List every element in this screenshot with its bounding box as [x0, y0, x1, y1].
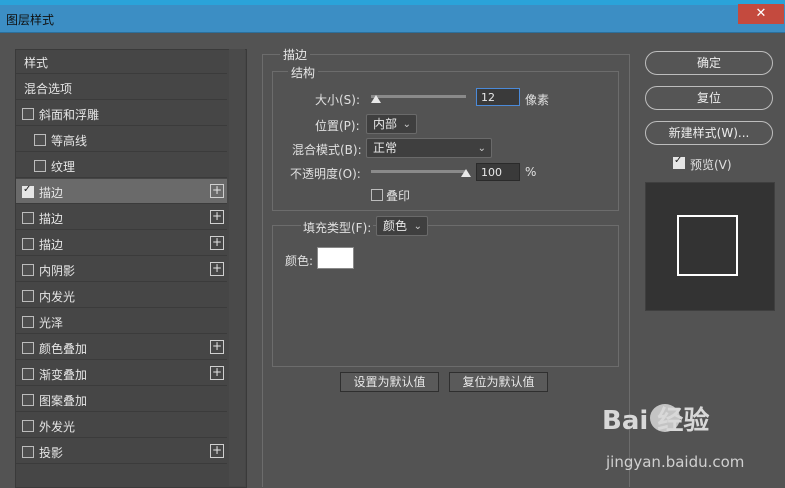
style-checkbox[interactable] — [22, 394, 34, 406]
add-effect-icon[interactable]: + — [210, 340, 224, 354]
size-slider-thumb[interactable] — [370, 95, 381, 103]
preview-label: 预览(V) — [690, 158, 732, 172]
style-label: 光泽 — [39, 316, 64, 330]
style-checkbox[interactable] — [22, 264, 34, 276]
new-style-button[interactable]: 新建样式(W)... — [645, 121, 773, 145]
opacity-label: 不透明度(O): — [290, 167, 361, 181]
styles-list-item[interactable]: 等高线 — [16, 127, 227, 152]
overprint-checkbox[interactable] — [371, 189, 383, 201]
chevron-down-icon: ⌄ — [477, 143, 486, 154]
styles-list-item[interactable]: 颜色叠加 + — [16, 335, 227, 360]
size-input[interactable]: 12 — [476, 88, 520, 106]
chevron-down-icon: ⌄ — [413, 221, 422, 232]
styles-list-item[interactable]: 斜面和浮雕 — [16, 101, 227, 126]
add-effect-icon[interactable]: + — [210, 210, 224, 224]
preview-checkbox[interactable] — [673, 155, 685, 169]
reset-default-button[interactable]: 复位为默认值 — [449, 372, 548, 392]
style-checkbox[interactable] — [22, 290, 34, 302]
styles-list-item[interactable]: 描边 + — [16, 205, 227, 230]
style-label: 纹理 — [51, 160, 76, 174]
size-label: 大小(S): — [315, 93, 361, 107]
reset-button[interactable]: 复位 — [645, 86, 773, 110]
overprint-label: 叠印 — [386, 189, 411, 203]
styles-list-item[interactable]: 光泽 — [16, 309, 227, 334]
styles-list-item[interactable]: 内发光 — [16, 283, 227, 308]
style-label: 渐变叠加 — [39, 368, 88, 382]
style-label: 描边 — [39, 212, 64, 226]
add-effect-icon[interactable]: + — [210, 262, 224, 276]
styles-list-scrollbar[interactable] — [229, 49, 245, 486]
style-label: 等高线 — [51, 134, 88, 148]
style-checkbox[interactable] — [22, 238, 34, 250]
style-checkbox[interactable] — [22, 420, 34, 432]
styles-list-item[interactable]: 图案叠加 — [16, 387, 227, 412]
add-effect-icon[interactable]: + — [210, 444, 224, 458]
size-unit: 像素 — [525, 93, 550, 107]
opacity-slider-thumb[interactable] — [461, 169, 471, 177]
style-checkbox[interactable] — [22, 184, 34, 198]
fill-type-select[interactable]: 颜色 ⌄ — [376, 216, 428, 236]
styles-list-header[interactable]: 样式 — [16, 49, 227, 74]
style-checkbox[interactable] — [22, 108, 34, 120]
style-checkbox[interactable] — [22, 368, 34, 380]
style-checkbox[interactable] — [22, 316, 34, 328]
window-title: 图层样式 — [6, 13, 55, 27]
add-effect-icon[interactable]: + — [210, 236, 224, 250]
position-select[interactable]: 内部 ⌄ — [366, 114, 417, 134]
style-label: 颜色叠加 — [39, 342, 88, 356]
watermark-url: jingyan.baidu.com — [606, 453, 745, 471]
color-label: 颜色: — [285, 254, 314, 268]
position-value: 内部 — [373, 117, 398, 131]
color-swatch[interactable] — [317, 247, 354, 269]
styles-list-item[interactable]: 外发光 — [16, 413, 227, 438]
opacity-input[interactable]: 100 — [476, 163, 520, 181]
size-slider-track[interactable] — [371, 95, 466, 98]
watermark-brand: Bai 经验 — [602, 406, 710, 436]
blend-mode-value: 正常 — [373, 141, 398, 155]
opacity-unit: % — [525, 165, 537, 179]
style-label: 混合选项 — [24, 82, 73, 96]
structure-title: 结构 — [288, 64, 319, 81]
close-button[interactable]: ✕ — [738, 4, 784, 24]
style-label: 斜面和浮雕 — [39, 108, 100, 122]
style-label: 描边 — [39, 186, 64, 200]
position-label: 位置(P): — [315, 119, 360, 133]
styles-list-item[interactable]: 描边 + — [16, 179, 227, 204]
styles-list-item[interactable]: 渐变叠加 + — [16, 361, 227, 386]
styles-header-label: 样式 — [24, 56, 49, 70]
add-effect-icon[interactable]: + — [210, 366, 224, 380]
styles-list-item[interactable]: 描边 + — [16, 231, 227, 256]
fill-type-value: 颜色 — [383, 219, 408, 233]
fill-type-label: 填充类型(F): — [301, 219, 374, 236]
style-checkbox[interactable] — [34, 134, 46, 146]
blend-mode-label: 混合模式(B): — [292, 143, 362, 157]
add-effect-icon[interactable]: + — [210, 184, 224, 198]
stroke-section-title: 描边 — [280, 46, 311, 63]
ok-button[interactable]: 确定 — [645, 51, 773, 75]
styles-list-item[interactable]: 纹理 — [16, 153, 227, 178]
styles-list-item[interactable]: 内阴影 + — [16, 257, 227, 282]
set-default-button[interactable]: 设置为默认值 — [340, 372, 439, 392]
style-checkbox[interactable] — [34, 160, 46, 172]
blend-mode-select[interactable]: 正常 ⌄ — [366, 138, 492, 158]
title-bar: 图层样式 — [0, 5, 785, 33]
style-label: 外发光 — [39, 420, 76, 434]
style-label: 图案叠加 — [39, 394, 88, 408]
styles-list-item[interactable]: 投影 + — [16, 439, 227, 464]
styles-list-item[interactable]: 混合选项 — [16, 75, 227, 100]
style-checkbox[interactable] — [22, 342, 34, 354]
style-label: 投影 — [39, 446, 64, 460]
style-label: 内阴影 — [39, 264, 76, 278]
style-checkbox[interactable] — [22, 446, 34, 458]
opacity-slider-track[interactable] — [371, 170, 466, 173]
preview-stroke-square — [677, 215, 738, 276]
chevron-down-icon: ⌄ — [402, 119, 411, 130]
style-checkbox[interactable] — [22, 212, 34, 224]
style-label: 描边 — [39, 238, 64, 252]
style-label: 内发光 — [39, 290, 76, 304]
